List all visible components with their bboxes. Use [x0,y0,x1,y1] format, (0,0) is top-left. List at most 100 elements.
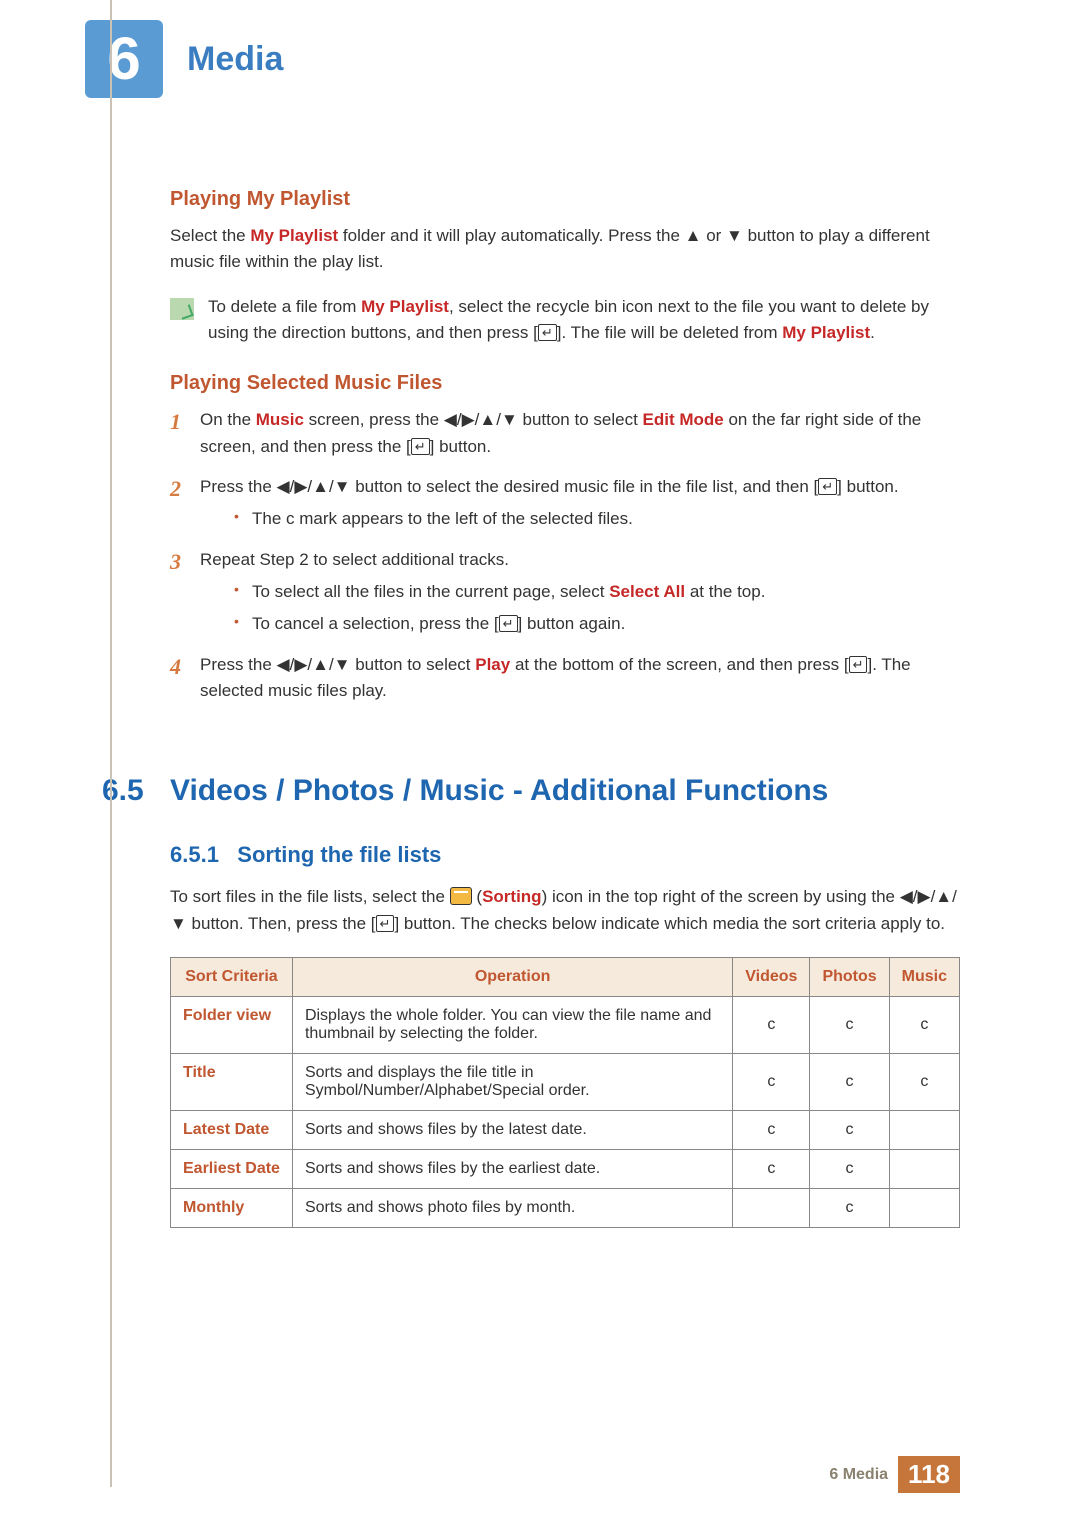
chapter-title: Media [187,40,283,79]
music-cell: c [889,997,959,1054]
text-run: mark appears to the left of the selected… [295,509,633,528]
operation-cell: Displays the whole folder. You can view … [292,997,732,1054]
music-cell [889,1111,959,1150]
footer-label: 6 Media [829,1466,888,1484]
music-cell: c [889,1054,959,1111]
photos-cell: c [810,1054,889,1111]
videos-cell [733,1189,810,1228]
photos-cell: c [810,997,889,1054]
table-header-cell: Videos [733,958,810,997]
criteria-cell: Latest Date [171,1111,293,1150]
bullet-item: The c mark appears to the left of the se… [234,506,960,532]
text-run: My Playlist [250,226,338,245]
table-header-cell: Operation [292,958,732,997]
text-run: ] button. [430,437,491,456]
step-item: Press the ◀/▶/▲/▼ button to select Play … [170,652,960,705]
table-header-cell: Music [889,958,959,997]
text-run: ]. The file will be deleted from [557,323,783,342]
text-run: To cancel a selection, press the [ [252,614,499,633]
criteria-cell: Folder view [171,997,293,1054]
text-run: Press the ◀/▶/▲/▼ button to select the d… [200,477,818,496]
operation-cell: Sorts and shows files by the earliest da… [292,1150,732,1189]
text-run: Edit Mode [643,410,724,429]
enter-button-icon [538,324,557,341]
chapter-header: 6 Media [85,20,960,98]
music-cell [889,1150,959,1189]
page-footer: 6 Media 118 [829,1456,960,1493]
subsection-heading: 6.5.1 Sorting the file lists [170,842,960,868]
text-run: at the bottom of the screen, and then pr… [510,655,848,674]
sorting-intro: To sort files in the file lists, select … [170,884,960,937]
videos-cell: c [733,1150,810,1189]
text-run: ] button. [837,477,898,496]
text-run: ] button again. [518,614,626,633]
text-run: The [252,509,286,528]
table-header-cell: Photos [810,958,889,997]
text-run: Select All [609,582,685,601]
criteria-cell: Title [171,1054,293,1111]
section-title: Videos / Photos / Music - Additional Fun… [170,774,828,808]
photos-cell: c [810,1189,889,1228]
note-icon [170,298,194,320]
operation-cell: Sorts and shows files by the latest date… [292,1111,732,1150]
text-run: screen, press the ◀/▶/▲/▼ button to sele… [304,410,643,429]
section-6-5-header: 6.5 Videos / Photos / Music - Additional… [170,774,960,808]
subheading-playing-my-playlist: Playing My Playlist [170,188,960,211]
table-row: TitleSorts and displays the file title i… [171,1054,960,1111]
text-run: Press the ◀/▶/▲/▼ button to select [200,655,475,674]
step-item: On the Music screen, press the ◀/▶/▲/▼ b… [170,407,960,460]
criteria-cell: Earliest Date [171,1150,293,1189]
enter-button-icon [411,438,430,455]
note-block: To delete a file from My Playlist, selec… [170,294,960,347]
enter-button-icon [818,478,837,495]
photos-cell: c [810,1111,889,1150]
text-run: On the [200,410,256,429]
videos-cell: c [733,1054,810,1111]
text-run: My Playlist [361,297,449,316]
subsection-title: Sorting the file lists [237,842,441,867]
videos-cell: c [733,997,810,1054]
chapter-number-badge: 6 [85,20,163,98]
subsection-number: 6.5.1 [170,842,219,867]
videos-cell: c [733,1111,810,1150]
text-run: To select all the files in the current p… [252,582,609,601]
text-run: To sort files in the file lists, select … [170,887,450,906]
note-text: To delete a file from My Playlist, selec… [208,294,960,347]
section-number: 6.5 [102,774,170,808]
text-run: My Playlist [782,323,870,342]
step-item: Repeat Step 2 to select additional track… [170,547,960,638]
step-bullets: To select all the files in the current p… [200,579,960,638]
page-number: 118 [898,1456,960,1493]
operation-cell: Sorts and shows photo files by month. [292,1189,732,1228]
margin-rule [110,0,112,1487]
music-cell [889,1189,959,1228]
text-run: To delete a file from [208,297,361,316]
sorting-icon [450,887,472,905]
table-header-cell: Sort Criteria [171,958,293,997]
text-run: ( [472,887,482,906]
criteria-cell: Monthly [171,1189,293,1228]
table-row: Latest DateSorts and shows files by the … [171,1111,960,1150]
text-run: ] button. The checks below indicate whic… [394,914,945,933]
bullet-item: To select all the files in the current p… [234,579,960,605]
bullet-item: To cancel a selection, press the [ ] butt… [234,611,960,637]
table-row: MonthlySorts and shows photo files by mo… [171,1189,960,1228]
enter-button-icon [376,915,395,932]
text-run: Select the [170,226,250,245]
step-item: Press the ◀/▶/▲/▼ button to select the d… [170,474,960,533]
step-bullets: The c mark appears to the left of the se… [200,506,960,532]
text-run: . [870,323,875,342]
subheading-playing-selected-music: Playing Selected Music Files [170,372,960,395]
text-run: Music [256,410,304,429]
text-run: Sorting [482,887,542,906]
operation-cell: Sorts and displays the file title in Sym… [292,1054,732,1111]
table-row: Earliest DateSorts and shows files by th… [171,1150,960,1189]
sort-criteria-table: Sort CriteriaOperationVideosPhotosMusic … [170,957,960,1228]
text-run: Repeat Step 2 to select additional track… [200,550,509,569]
text-run: Play [475,655,510,674]
enter-button-icon [499,615,518,632]
playing-playlist-paragraph: Select the My Playlist folder and it wil… [170,223,960,276]
text-run: at the top. [685,582,765,601]
enter-button-icon [849,656,868,673]
steps-list: On the Music screen, press the ◀/▶/▲/▼ b… [170,407,960,704]
